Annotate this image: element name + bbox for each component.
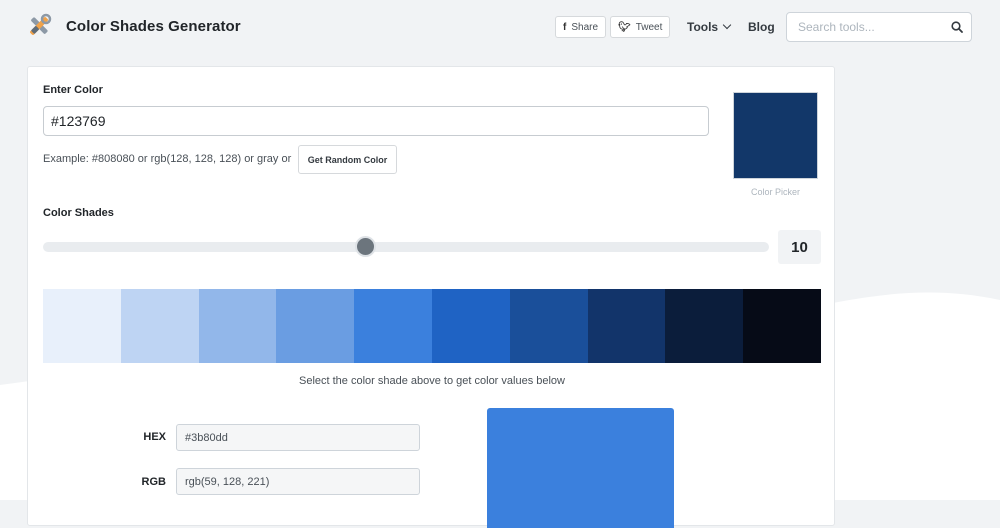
nav-blog[interactable]: Blog [748, 20, 775, 34]
main-card: Enter Color Example: #808080 or rgb(128,… [27, 66, 835, 528]
enter-color-label: Enter Color [43, 84, 103, 96]
hex-label: HEX [143, 431, 166, 443]
shade-swatch-10[interactable] [743, 289, 821, 363]
shade-swatch-2[interactable] [120, 289, 199, 363]
search-box [786, 12, 972, 42]
share-button[interactable]: f Share [555, 16, 607, 38]
color-input[interactable] [43, 106, 709, 136]
shades-hint: Select the color shade above to get colo… [299, 375, 565, 387]
shades-slider-track[interactable] [43, 242, 769, 252]
color-shades-label: Color Shades [43, 207, 114, 219]
hex-value-field[interactable] [176, 424, 420, 451]
rgb-label: RGB [141, 476, 166, 488]
get-random-color-button[interactable]: Get Random Color [298, 145, 397, 174]
app-title: Color Shades Generator [66, 18, 241, 35]
rgb-value-field[interactable] [176, 468, 420, 495]
shade-count-value: 10 [778, 230, 821, 264]
shade-swatch-1[interactable] [43, 289, 121, 363]
shades-strip [43, 289, 821, 363]
color-picker-swatch[interactable] [733, 92, 818, 179]
shade-swatch-4[interactable] [276, 289, 355, 363]
header: Color Shades Generator f Share 🐦︎ Tweet … [0, 0, 1000, 54]
shade-swatch-8[interactable] [587, 289, 666, 363]
shade-swatch-3[interactable] [198, 289, 277, 363]
color-picker-label: Color Picker [750, 187, 800, 197]
nav-tools-label: Tools [687, 20, 719, 34]
example-text: Example: #808080 or rgb(128, 128, 128) o… [43, 153, 292, 165]
tools-logo-icon [30, 13, 52, 35]
twitter-icon: 🐦︎ [618, 21, 631, 33]
shade-swatch-7[interactable] [509, 289, 588, 363]
chevron-down-icon [722, 20, 732, 30]
selected-color-preview [487, 408, 674, 528]
facebook-icon: f [563, 21, 567, 33]
share-label: Share [571, 21, 599, 33]
shade-swatch-9[interactable] [665, 289, 744, 363]
tweet-button[interactable]: 🐦︎ Tweet [610, 16, 671, 38]
search-input[interactable] [796, 19, 950, 35]
tweet-label: Tweet [635, 21, 663, 33]
shades-slider-thumb[interactable] [355, 236, 377, 257]
shade-swatch-6[interactable] [431, 289, 510, 363]
shade-swatch-5[interactable] [354, 289, 432, 363]
search-icon[interactable] [951, 21, 963, 33]
nav-tools[interactable]: Tools [687, 20, 732, 34]
